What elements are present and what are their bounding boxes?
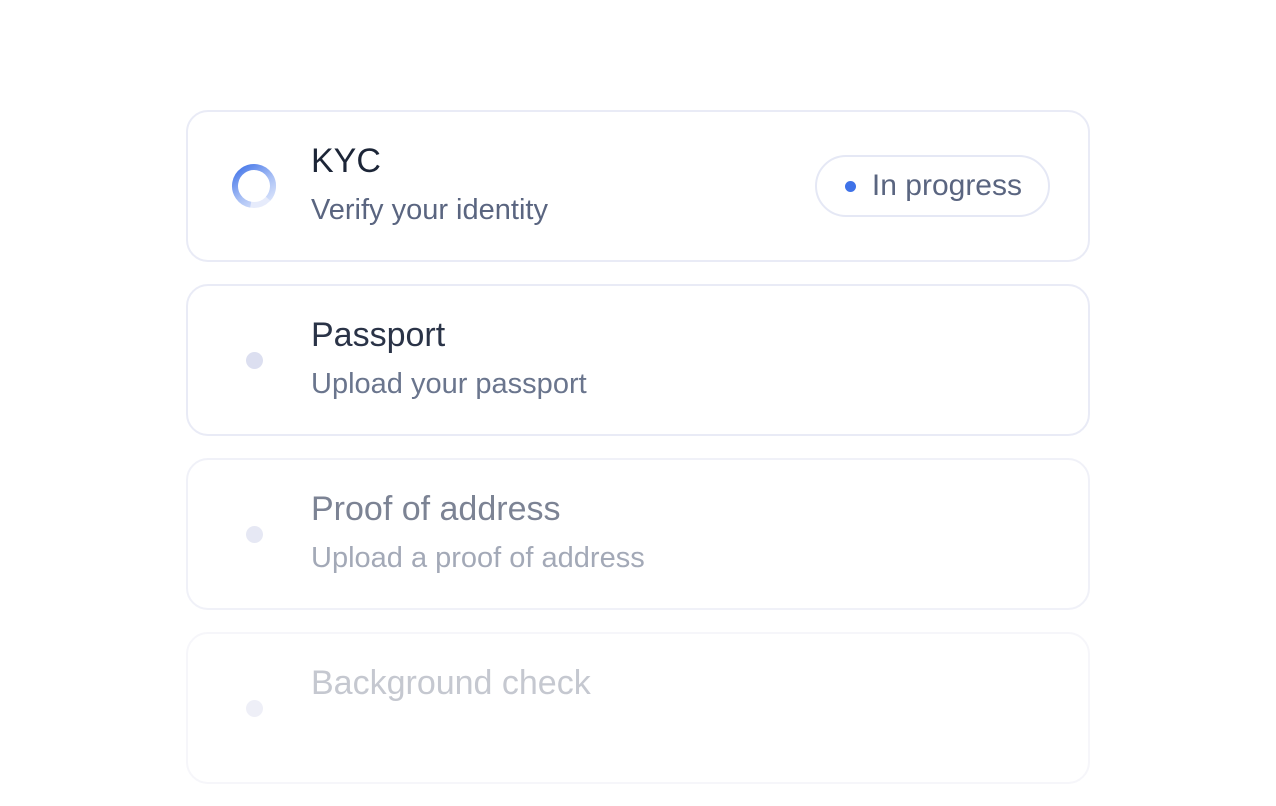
step-title: Passport [311,316,446,354]
step-title: Background check [311,664,591,702]
step-text: Passport Upload your passport [311,314,587,402]
step-text: Proof of address Upload a proof of addre… [311,488,645,576]
step-text: Background check [311,662,591,714]
step-card-passport[interactable]: Passport Upload your passport [186,284,1090,436]
verification-steps-list: KYC Verify your identity In progress Pas… [186,110,1090,806]
step-title: KYC [311,142,381,180]
pending-dot-icon [230,684,278,732]
step-card-kyc[interactable]: KYC Verify your identity In progress [186,110,1090,262]
step-subtitle: Verify your identity [311,194,548,226]
step-subtitle: Upload a proof of address [311,542,645,574]
step-card-background-check[interactable]: Background check [186,632,1090,784]
step-card-proof-of-address[interactable]: Proof of address Upload a proof of addre… [186,458,1090,610]
status-badge: In progress [814,155,1050,217]
step-subtitle: Upload your passport [311,368,587,400]
step-title: Proof of address [311,490,561,528]
pending-dot-icon [230,510,278,558]
step-text: KYC Verify your identity [311,140,548,228]
pending-dot-icon [230,336,278,384]
spinner-icon [230,162,278,210]
status-dot-icon [844,180,856,192]
status-badge-label: In progress [871,169,1022,202]
